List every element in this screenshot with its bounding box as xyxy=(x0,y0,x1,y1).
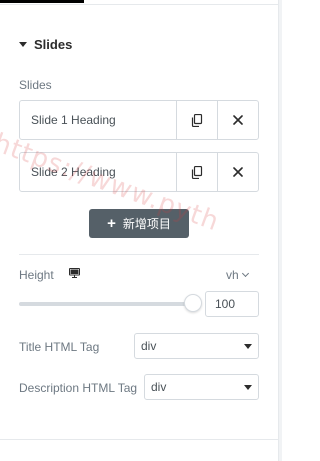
description-tag-select[interactable]: div xyxy=(144,374,259,400)
title-tag-label: Title HTML Tag xyxy=(19,340,100,354)
height-slider-handle[interactable] xyxy=(184,294,202,312)
slides-label: Slides xyxy=(19,78,52,92)
dropdown-arrow-icon xyxy=(244,344,252,349)
repeater-item-1: Slide 1 Heading xyxy=(19,100,259,140)
repeater-item-2: Slide 2 Heading xyxy=(19,152,259,192)
close-icon xyxy=(233,115,243,125)
height-number-input[interactable]: 100 xyxy=(205,291,259,317)
chevron-down-icon xyxy=(241,269,249,278)
desktop-monitor-icon[interactable] xyxy=(69,268,80,278)
bottom-divider xyxy=(0,439,278,440)
duplicate-button[interactable] xyxy=(176,101,217,139)
unit-select[interactable]: vh xyxy=(226,268,249,282)
panel-scrollbar-edge xyxy=(278,0,282,461)
section-toggle-slides[interactable]: Slides xyxy=(19,34,72,54)
unit-value: vh xyxy=(226,268,239,282)
description-tag-value: div xyxy=(151,380,167,394)
copy-icon xyxy=(191,165,203,179)
add-item-label: 新增项目 xyxy=(122,217,171,231)
close-icon xyxy=(233,167,243,177)
plus-icon: + xyxy=(107,215,116,232)
remove-button[interactable] xyxy=(217,101,258,139)
repeater-item-title[interactable]: Slide 2 Heading xyxy=(20,153,176,191)
repeater-item-title[interactable]: Slide 1 Heading xyxy=(20,101,176,139)
remove-button[interactable] xyxy=(217,153,258,191)
section-divider xyxy=(19,254,259,255)
duplicate-button[interactable] xyxy=(176,153,217,191)
caret-down-icon xyxy=(19,41,27,47)
add-item-button[interactable]: + 新增项目 xyxy=(89,209,189,238)
copy-icon xyxy=(191,113,203,127)
title-tag-select[interactable]: div xyxy=(134,333,259,359)
title-tag-value: div xyxy=(141,339,157,353)
controls-panel: Slides Slides Slide 1 Heading Slide 2 He… xyxy=(0,0,278,461)
description-tag-label: Description HTML Tag xyxy=(19,381,138,395)
dropdown-arrow-icon xyxy=(244,385,252,390)
height-label: Height xyxy=(19,268,54,282)
section-title: Slides xyxy=(34,36,73,52)
height-slider-track[interactable] xyxy=(19,302,193,306)
